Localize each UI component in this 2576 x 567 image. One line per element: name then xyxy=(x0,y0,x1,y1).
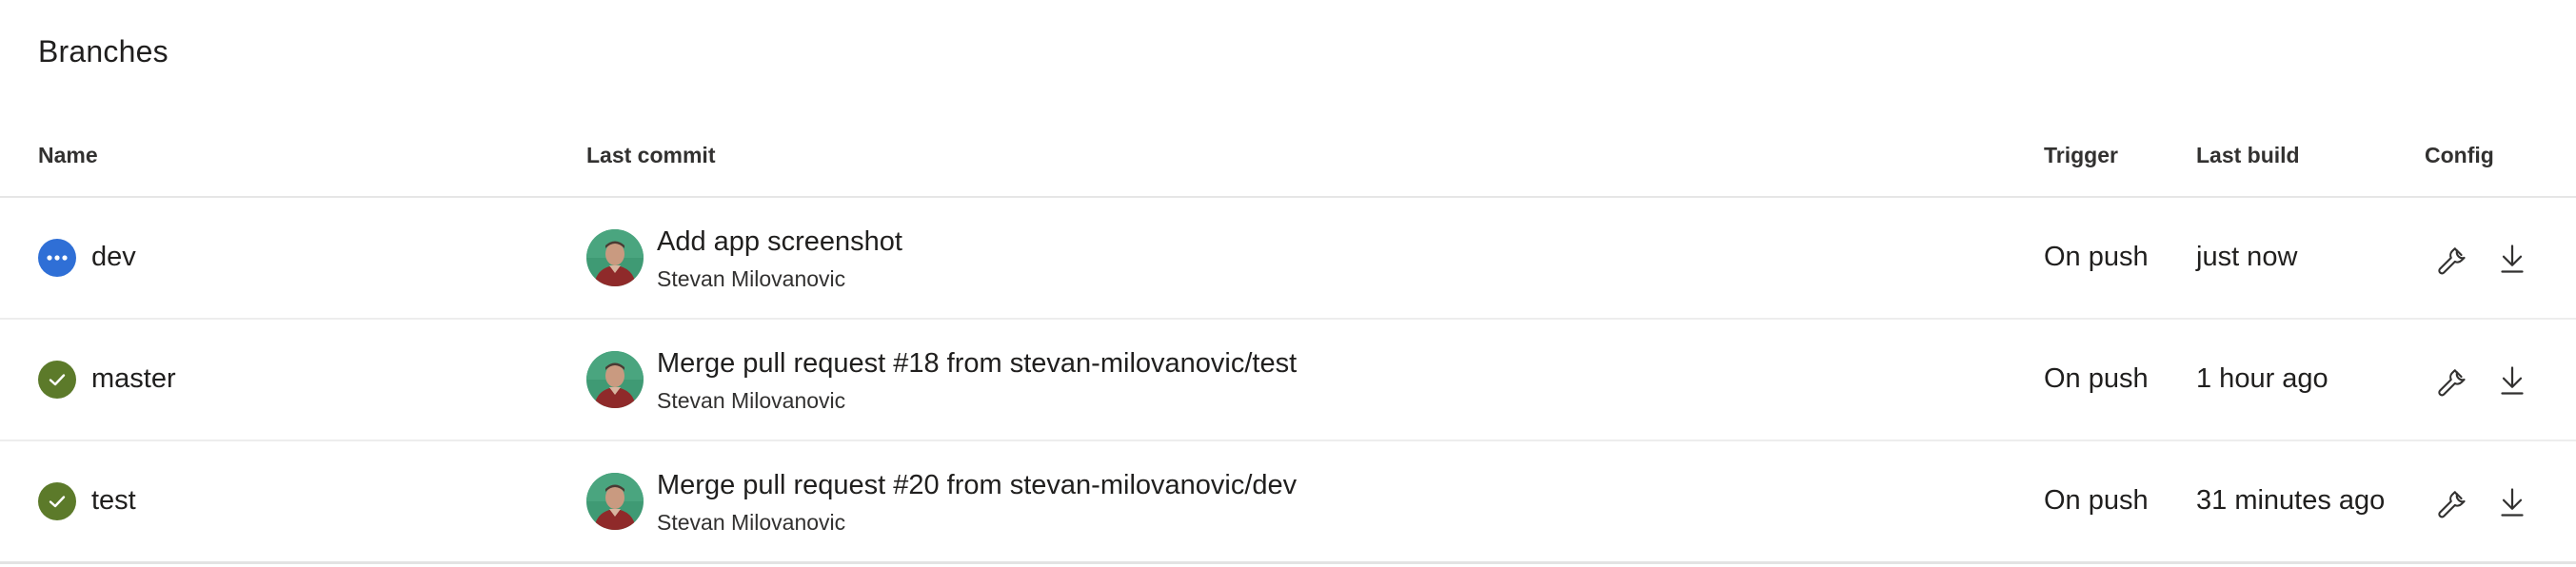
last-build-value[interactable]: 31 minutes ago xyxy=(2196,485,2385,517)
column-header-name[interactable]: Name xyxy=(38,143,98,168)
status-success-icon xyxy=(38,361,76,399)
table-row[interactable]: master Merge pull request #18 from steva… xyxy=(0,320,2576,441)
commit-message[interactable]: Merge pull request #20 from stevan-milov… xyxy=(657,470,1297,501)
status-running-icon xyxy=(38,239,76,277)
wrench-icon[interactable] xyxy=(2435,484,2471,520)
avatar xyxy=(586,351,644,408)
column-header-config: Config xyxy=(2425,143,2494,167)
commit-author: Stevan Milovanovic xyxy=(657,388,846,413)
page-title: Branches xyxy=(38,34,168,68)
commit-message[interactable]: Add app screenshot xyxy=(657,226,902,258)
table-row[interactable]: dev Add app screenshot Stevan Milovanovi… xyxy=(0,198,2576,320)
table-row[interactable]: test Merge pull request #20 from stevan-… xyxy=(0,441,2576,564)
wrench-icon[interactable] xyxy=(2435,241,2471,277)
avatar xyxy=(586,473,644,530)
trigger-value: On push xyxy=(2044,485,2149,516)
branches-page: Branches Name Last commit Trigger Last b… xyxy=(0,0,2576,567)
trigger-value: On push xyxy=(2044,242,2149,272)
status-success-icon xyxy=(38,482,76,520)
download-icon[interactable] xyxy=(2494,484,2530,520)
branch-name[interactable]: test xyxy=(91,485,136,517)
download-icon[interactable] xyxy=(2494,241,2530,277)
trigger-value: On push xyxy=(2044,363,2149,394)
branch-name[interactable]: master xyxy=(91,363,176,395)
column-header-last-commit[interactable]: Last commit xyxy=(586,143,715,168)
commit-message[interactable]: Merge pull request #18 from stevan-milov… xyxy=(657,348,1297,380)
column-header-trigger[interactable]: Trigger xyxy=(2044,143,2118,168)
commit-author: Stevan Milovanovic xyxy=(657,266,846,291)
branch-name[interactable]: dev xyxy=(91,242,136,273)
last-build-value[interactable]: 1 hour ago xyxy=(2196,363,2328,395)
last-build-value[interactable]: just now xyxy=(2196,242,2297,273)
download-icon[interactable] xyxy=(2494,362,2530,399)
column-header-last-build[interactable]: Last build xyxy=(2196,143,2300,168)
commit-author: Stevan Milovanovic xyxy=(657,510,846,535)
wrench-icon[interactable] xyxy=(2435,362,2471,399)
avatar xyxy=(586,229,644,286)
table-header: Name Last commit Trigger Last build Conf… xyxy=(0,122,2576,198)
branches-table: Name Last commit Trigger Last build Conf… xyxy=(0,122,2576,564)
